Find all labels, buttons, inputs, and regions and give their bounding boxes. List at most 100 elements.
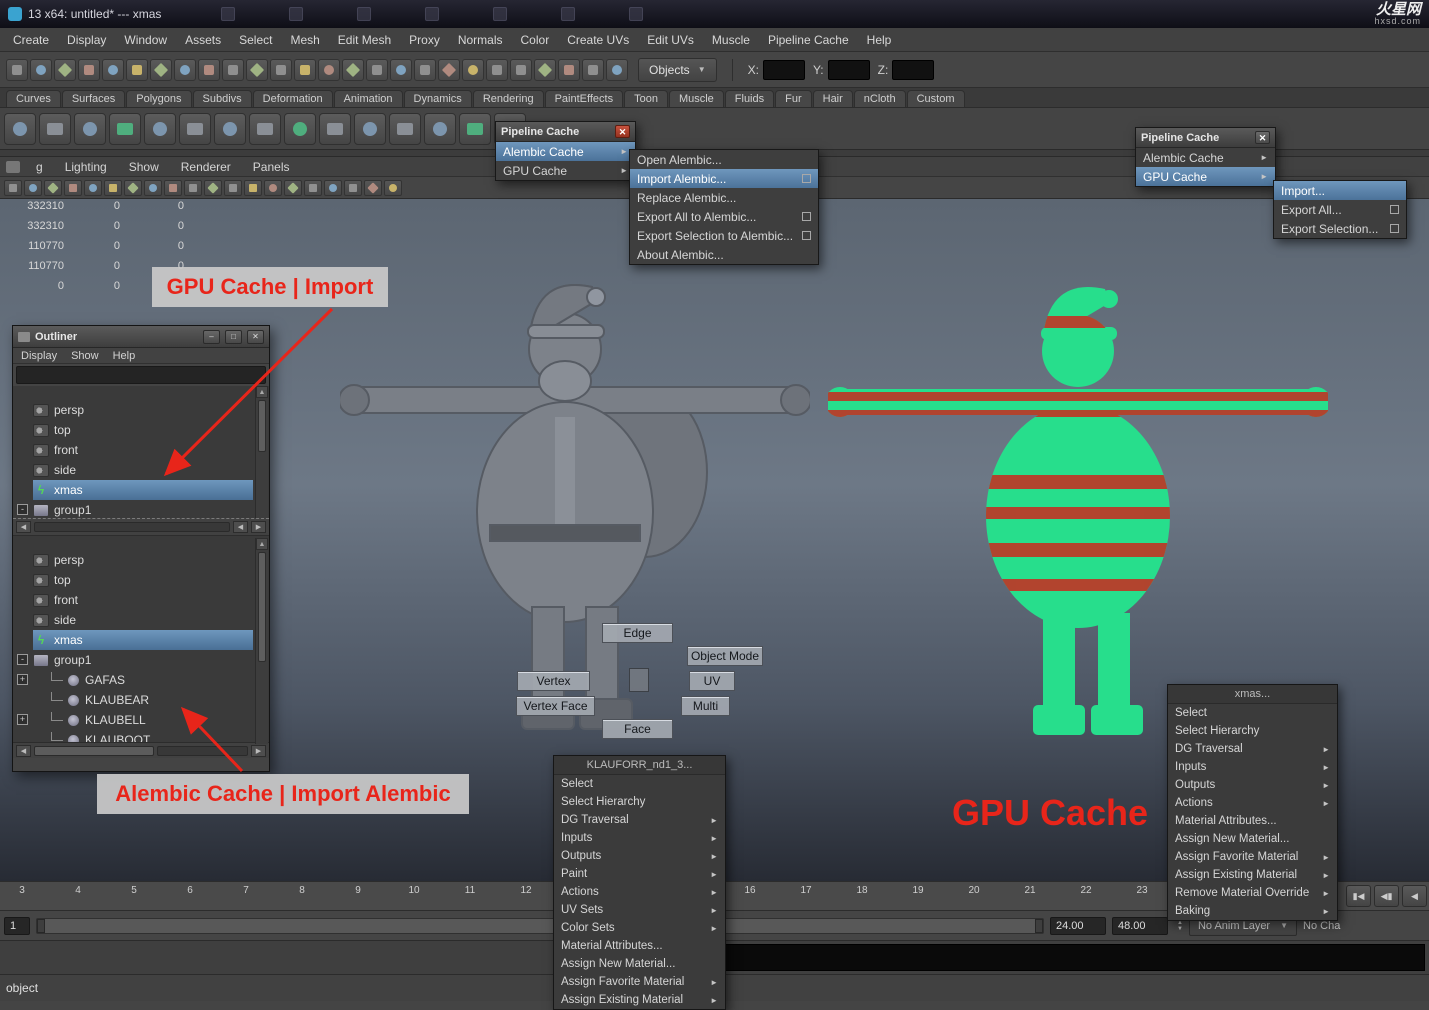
shelf-tab[interactable]: Subdivs	[193, 90, 252, 107]
context-menu-item[interactable]: Assign Existing Material ►	[1168, 866, 1337, 884]
snap-to-grid-icon[interactable]	[318, 59, 340, 81]
field-chart-icon[interactable]	[184, 180, 202, 196]
option-box[interactable]	[802, 231, 811, 240]
alembic-cache-submenu[interactable]: Open Alembic... Import Alembic... Replac…	[629, 149, 819, 265]
context-menu-item[interactable]: Assign New Material...	[554, 955, 725, 973]
menubar-item[interactable]: Edit UVs	[638, 33, 703, 47]
save-scene-icon[interactable]	[54, 59, 76, 81]
context-menu-item[interactable]: Outputs ►	[1168, 776, 1337, 794]
menubar-item[interactable]: Pipeline Cache	[759, 33, 858, 47]
render-current-frame-icon[interactable]	[558, 59, 580, 81]
snap-to-view-plane-icon[interactable]	[414, 59, 436, 81]
safe-action-icon[interactable]	[204, 180, 222, 196]
outliner-row[interactable]: - group1	[33, 500, 253, 518]
shelf-tab[interactable]: Dynamics	[404, 90, 472, 107]
range-start-field[interactable]: 1	[4, 917, 30, 935]
shelf-tab[interactable]: Custom	[907, 90, 965, 107]
outliner-row[interactable]: front	[33, 590, 253, 610]
panel-menu-item[interactable]: g	[36, 160, 43, 174]
panel-menu-item[interactable]: Panels	[253, 160, 290, 174]
shelf-item-icon[interactable]	[39, 113, 71, 145]
scroll-right-arrow[interactable]: ▶	[251, 521, 266, 533]
pipeline-menu-item[interactable]: GPU Cache ►	[496, 161, 635, 180]
gpu-cache-submenu[interactable]: Import... Export All... Export Selection…	[1273, 180, 1407, 239]
marking-menu-vertex[interactable]: Vertex	[517, 671, 590, 691]
shelf-tab[interactable]: Deformation	[253, 90, 333, 107]
pipeline-cache-window-right[interactable]: Pipeline Cache ✕ Alembic Cache ► GPU Cac…	[1135, 127, 1276, 187]
context-menu-item[interactable]: Color Sets ►	[554, 919, 725, 937]
outliner-row[interactable]: + GAFAS	[33, 670, 253, 690]
xray-icon[interactable]	[384, 180, 402, 196]
outliner-row[interactable]: front	[33, 440, 253, 460]
bookmarks-icon[interactable]	[64, 180, 82, 196]
context-menu-item[interactable]: Actions ►	[1168, 794, 1337, 812]
shelf-item-icon[interactable]	[74, 113, 106, 145]
outliner-row[interactable]: KLAUBOOT	[33, 730, 253, 742]
option-box[interactable]	[1390, 205, 1399, 214]
shelf-tab[interactable]: Curves	[6, 90, 61, 107]
context-menu-item[interactable]: UV Sets ►	[554, 901, 725, 919]
outliner-row[interactable]: ϟ xmas	[33, 480, 253, 500]
pipeline-menu-item[interactable]: GPU Cache ►	[1136, 167, 1275, 186]
wireframe-on-shaded-icon[interactable]	[284, 180, 302, 196]
shelf-item-icon[interactable]	[249, 113, 281, 145]
shelf-tab[interactable]: Surfaces	[62, 90, 125, 107]
menubar-item[interactable]: Color	[512, 33, 559, 47]
spinner-arrows[interactable]: ▲▼	[1177, 920, 1183, 932]
snap-to-point-icon[interactable]	[366, 59, 388, 81]
ipr-render-icon[interactable]	[582, 59, 604, 81]
select-curves-icon[interactable]	[198, 59, 220, 81]
wireframe-icon[interactable]	[244, 180, 262, 196]
marking-menu-uv[interactable]: UV	[689, 671, 735, 691]
marking-menu-edge[interactable]: Edge	[602, 623, 673, 643]
expand-toggle[interactable]: -	[17, 504, 28, 515]
expand-toggle[interactable]: +	[17, 674, 28, 685]
context-menu-xmas[interactable]: xmas... Select Select Hierarchy DG Trave…	[1167, 684, 1338, 921]
panel-menu-item[interactable]: Show	[129, 160, 159, 174]
shelf-item-icon[interactable]	[284, 113, 316, 145]
context-menu-item[interactable]: Remove Material Override ►	[1168, 884, 1337, 902]
select-camera-icon[interactable]	[4, 180, 22, 196]
scroll-left-arrow[interactable]: ◀	[16, 745, 31, 757]
context-menu-item[interactable]: Select Hierarchy	[1168, 722, 1337, 740]
context-menu-item[interactable]: Inputs ►	[554, 829, 725, 847]
minimize-button[interactable]: –	[203, 330, 220, 344]
selection-mode-dropdown[interactable]: Objects ▼	[638, 58, 717, 82]
shelf-tab[interactable]: Fur	[775, 90, 812, 107]
context-menu-klauforr[interactable]: KLAUFORR_nd1_3... Select Select Hierarch…	[553, 755, 726, 1010]
playback-end-field[interactable]: 24.00	[1050, 917, 1106, 935]
shelf-item-icon[interactable]	[179, 113, 211, 145]
menubar-item[interactable]: Create	[4, 33, 58, 47]
context-menu-item[interactable]: DG Traversal ►	[554, 811, 725, 829]
close-button[interactable]: ✕	[1255, 131, 1270, 144]
pipeline-window-titlebar[interactable]: Pipeline Cache ✕	[1136, 128, 1275, 148]
menubar-item[interactable]: Muscle	[703, 33, 759, 47]
menubar-item[interactable]: Proxy	[400, 33, 449, 47]
submenu-item[interactable]: Import...	[1274, 181, 1406, 200]
input-connections-icon[interactable]	[462, 59, 484, 81]
shelf-tab[interactable]: Rendering	[473, 90, 544, 107]
shelf-tab[interactable]: Muscle	[669, 90, 724, 107]
outliner-titlebar[interactable]: Outliner – □ ✕	[13, 326, 269, 348]
close-button[interactable]: ✕	[247, 330, 264, 344]
shelf-tab[interactable]: Polygons	[126, 90, 191, 107]
outliner-row[interactable]: persp	[33, 400, 253, 420]
scrollbar-thumb[interactable]	[258, 400, 266, 452]
outliner-window[interactable]: Outliner – □ ✕ DisplayShowHelp persp	[12, 325, 270, 772]
expand-toggle[interactable]: -	[17, 654, 28, 665]
range-slider-start-handle[interactable]	[37, 919, 45, 933]
menubar-item[interactable]: Assets	[176, 33, 230, 47]
window-titlebar[interactable]: 13 x64: untitled* --- xmas 火星网 hxsd.com	[0, 0, 1429, 28]
film-gate-icon[interactable]	[124, 180, 142, 196]
panel-menu-item[interactable]: Lighting	[65, 160, 107, 174]
submenu-item[interactable]: Import Alembic...	[630, 169, 818, 188]
menubar-item[interactable]: Create UVs	[558, 33, 638, 47]
context-menu-item[interactable]: Material Attributes...	[554, 937, 725, 955]
select-joints-icon[interactable]	[174, 59, 196, 81]
menubar-item[interactable]: Display	[58, 33, 115, 47]
outliner-filter-input[interactable]	[16, 366, 266, 384]
menubar-item[interactable]: Normals	[449, 33, 512, 47]
open-scene-icon[interactable]	[30, 59, 52, 81]
context-menu-item[interactable]: Assign Favorite Material ►	[554, 973, 725, 991]
context-menu-item[interactable]: Select Hierarchy	[554, 793, 725, 811]
